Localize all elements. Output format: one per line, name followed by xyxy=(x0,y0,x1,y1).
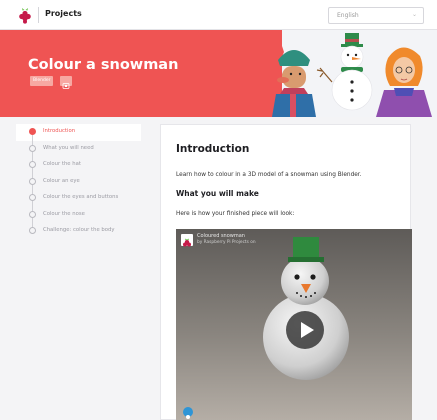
step-indicator-icon xyxy=(29,128,36,135)
projects-link[interactable]: Projects xyxy=(45,9,82,18)
hero-illustration xyxy=(262,30,432,117)
step-label: Colour the eyes and buttons xyxy=(43,194,119,200)
step-label: Colour the nose xyxy=(43,210,85,217)
step-indicator-icon xyxy=(29,177,36,185)
intro-paragraph: Learn how to colour in a 3D model of a s… xyxy=(176,172,362,178)
play-icon xyxy=(301,322,314,338)
step-indicator-icon xyxy=(29,227,36,234)
step-label: Challenge: colour the body xyxy=(43,227,115,233)
play-button[interactable] xyxy=(286,311,324,349)
step-colour-the-nose[interactable]: Colour the nose xyxy=(16,207,141,228)
raspberry-pi-logo-icon[interactable] xyxy=(18,7,32,24)
step-heading: Introduction xyxy=(176,143,250,155)
step-indicator-icon xyxy=(29,144,36,152)
project-hero-banner: Colour a snowman Blender xyxy=(0,30,437,117)
step-content-card: Introduction Learn how to colour in a 3D… xyxy=(160,124,412,420)
step-label: Colour an eye xyxy=(43,177,80,184)
section-heading: What you will make xyxy=(176,189,259,198)
page-title: Colour a snowman xyxy=(28,57,179,73)
step-colour-an-eye[interactable]: Colour an eye xyxy=(16,174,141,195)
hero-title-panel xyxy=(0,30,282,117)
video-subtitle: by Raspberry Pi Projects on xyxy=(197,240,256,245)
video-title[interactable]: Coloured snowman xyxy=(197,233,245,239)
step-indicator-icon xyxy=(29,161,36,168)
language-select[interactable]: English ⌄ xyxy=(328,7,424,24)
step-colour-the-hat[interactable]: Colour the hat xyxy=(16,157,141,178)
step-colour-eyes-and-buttons[interactable]: Colour the eyes and buttons xyxy=(16,190,141,211)
step-introduction[interactable]: Introduction xyxy=(16,124,141,145)
finished-piece-paragraph: Here is how your finished piece will loo… xyxy=(176,211,295,217)
channel-avatar-icon[interactable] xyxy=(181,234,193,247)
snowman-video-player[interactable]: Coloured snowman by Raspberry Pi Project… xyxy=(176,229,412,420)
step-indicator-icon xyxy=(29,194,36,201)
viewer-logo-icon[interactable] xyxy=(183,407,193,419)
chevron-down-icon: ⌄ xyxy=(411,11,417,18)
hardware-badge-icon xyxy=(60,76,72,89)
step-indicator-icon xyxy=(29,210,36,218)
step-what-you-will-need[interactable]: What you will need xyxy=(16,141,141,162)
software-badge: Blender xyxy=(30,76,54,86)
language-selected-value: English xyxy=(337,12,359,19)
header-divider xyxy=(38,7,39,23)
step-challenge-colour-the-body[interactable]: Challenge: colour the body xyxy=(16,223,141,240)
step-label: What you will need xyxy=(43,144,94,151)
step-label: Introduction xyxy=(43,128,76,134)
step-label: Colour the hat xyxy=(43,161,81,167)
top-navigation-bar: Projects English ⌄ xyxy=(0,0,437,30)
project-steps-nav: Introduction What you will need Colour t… xyxy=(16,124,141,240)
